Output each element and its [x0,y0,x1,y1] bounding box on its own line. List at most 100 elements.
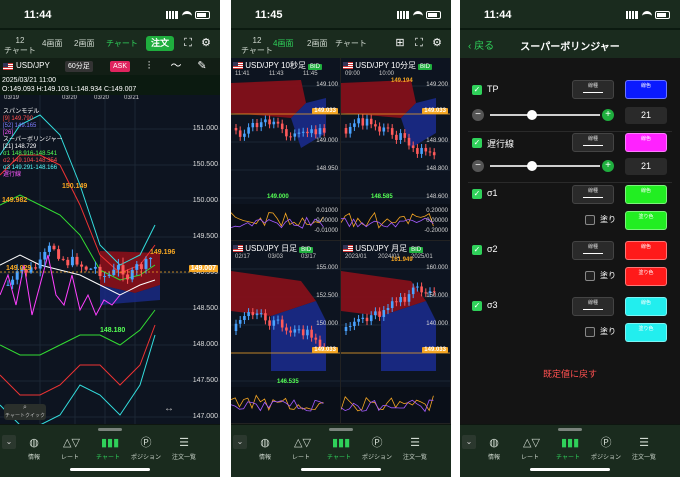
signal-icon [397,11,409,19]
s3-line-style[interactable]: 線種 [572,297,614,316]
tab-2-screen[interactable]: 2画面 [74,39,94,49]
tab-4-screen[interactable]: 4画面 [42,39,62,49]
tab-info[interactable]: ◍ 情報 [14,437,54,461]
tab-position[interactable]: Ⓟ ポジション [126,437,166,461]
chikou-slider[interactable] [490,165,600,167]
indicator-icon[interactable]: 〜 [170,60,182,72]
grid-icon[interactable]: ⊞ [394,37,406,49]
s2-checkbox[interactable]: ✓ [472,245,482,255]
tab-rate[interactable]: △▽ レート [281,437,321,461]
mini-chart[interactable]: USD/JPY 月足 BID 2023/01 2024/01 2025/01 160.00… [341,241,451,424]
chart-date: 2025/03/21 11:00 [2,77,56,84]
tp-line-style[interactable]: 線種 [572,80,614,99]
screenshot-icon[interactable]: ⛶ [413,37,425,49]
mini-chart[interactable]: USD/JPY 10分足BID09:0010:00149.200149.0001… [341,58,451,241]
tab-chart[interactable]: チャート [106,39,138,49]
reset-button[interactable]: 既定値に戻す [460,367,680,380]
oscillator-tick: 0.00000 [426,218,448,224]
current-price-label: 149.033 [422,108,448,114]
battery-icon [655,11,670,19]
ask-chip[interactable]: ASK [110,61,131,72]
s2-fill-swatch[interactable]: 塗り色 [625,267,667,286]
tp-checkbox[interactable]: ✓ [472,85,482,95]
s2-fill-checkbox[interactable] [585,271,595,281]
tab-position[interactable]: Ⓟ ポジション [357,437,397,461]
chart-quick-button[interactable]: ⌕ チャートクイック [4,404,46,420]
tab-order-list[interactable]: ☰ 注文一覧 [395,437,435,461]
main-chart[interactable]: 03/19 03/20 03/20 03/21 スパンモデル [9] 149.79… [0,95,220,425]
chikou-slider-knob[interactable] [527,161,537,171]
swing-label: 150.149 [62,183,88,190]
mini-chart-title[interactable]: USD/JPY 10秒足 BID [233,60,323,71]
tab-label: チャート [556,455,580,461]
s3-checkbox[interactable]: ✓ [472,301,482,311]
tab-chart[interactable]: チャート [335,39,367,49]
s1-line-style[interactable]: 線種 [572,185,614,204]
tp-slider-knob[interactable] [527,110,537,120]
tp-color-swatch[interactable]: 線色 [625,80,667,99]
tab-chart-bottom[interactable]: ▮▮▮ チャート [548,437,588,461]
screenshot-icon[interactable]: ⛶ [182,37,194,49]
s3-color-swatch[interactable]: 線色 [625,297,667,316]
list-icon: ☰ [410,437,420,449]
candle-type-icon[interactable]: ⫶ [143,60,155,72]
mini-chart-title[interactable]: USD/JPY 10分足 BID [343,60,433,71]
mini-chart[interactable]: USD/JPY 日足 BID 02/17 03/03 03/17 155.000 152.5… [231,241,341,424]
symbol-bar: USD/JPY 60分足 ASK ⫶ 〜 ✎ [0,58,220,75]
price-tick: 150.500 [192,161,218,168]
tab-rate[interactable]: △▽ レート [50,437,90,461]
tab-12-chart[interactable]: 12 チャート [241,36,273,56]
gear-icon[interactable]: ⚙ [200,37,212,49]
chikou-value[interactable]: 21 [625,158,667,175]
gear-icon[interactable]: ⚙ [431,37,443,49]
symbol-name[interactable]: USD/JPY [16,61,50,70]
s1-color-swatch[interactable]: 線色 [625,185,667,204]
tab-order-list[interactable]: ☰ 注文一覧 [164,437,204,461]
order-button[interactable]: 注文 [146,36,175,51]
chikou-plus-button[interactable]: + [602,160,614,172]
rate-icon: △▽ [294,437,311,449]
mini-chart-title[interactable]: USD/JPY 月足 BID [343,243,424,254]
oscillator-tick: 0.00000 [316,218,338,224]
timeframe-select[interactable]: 60分足 [65,61,93,72]
tab-position[interactable]: Ⓟ ポジション [586,437,626,461]
sheet-handle[interactable] [558,428,582,431]
mini-chart-title[interactable]: USD/JPY 日足 BID [233,243,314,254]
sheet-handle[interactable] [98,428,122,431]
tp-value[interactable]: 21 [625,107,667,124]
draw-icon[interactable]: ✎ [196,60,208,72]
tab-chart-bottom[interactable]: ▮▮▮ チャート [319,437,359,461]
chikou-minus-button[interactable]: − [472,160,484,172]
tab-chart-bottom[interactable]: ▮▮▮ チャート [88,437,128,461]
s2-color-swatch[interactable]: 線色 [625,241,667,260]
line-style-label: 線種 [587,83,598,89]
low-label: 148.585 [371,194,393,200]
s1-fill-checkbox[interactable] [585,215,595,225]
chikou-checkbox[interactable]: ✓ [472,138,482,148]
line-sample [583,145,603,146]
tab-4-screen[interactable]: 4画面 [273,39,293,49]
tp-plus-button[interactable]: + [602,109,614,121]
expand-icon[interactable]: ↔ [164,403,174,414]
tp-slider[interactable] [490,114,600,116]
s2-line-style[interactable]: 線種 [572,241,614,260]
tp-minus-button[interactable]: − [472,109,484,121]
line-sample [583,253,603,254]
s3-fill-checkbox[interactable] [585,327,595,337]
mini-chart[interactable]: USD/JPY 10秒足 BID 11:41 11:43 11:45 149.100 149… [231,58,341,241]
tab-info[interactable]: ◍ 情報 [474,437,514,461]
tab-label: ポジション [361,455,392,461]
chikou-line-style[interactable]: 線種 [572,133,614,152]
s1-checkbox[interactable]: ✓ [472,189,482,199]
globe-icon: ◍ [489,437,499,449]
tab-info[interactable]: ◍ 情報 [245,437,285,461]
tab-2-screen[interactable]: 2画面 [307,39,327,49]
tab-order-list[interactable]: ☰ 注文一覧 [624,437,664,461]
s1-fill-swatch[interactable]: 塗り色 [625,211,667,230]
tab-12-chart[interactable]: 12 チャート [4,36,36,56]
chikou-color-swatch[interactable]: 線色 [625,133,667,152]
s3-fill-swatch[interactable]: 塗り色 [625,323,667,342]
sheet-handle[interactable] [329,428,353,431]
tab-rate[interactable]: △▽ レート [510,437,550,461]
line-style-label: 線種 [587,136,598,142]
